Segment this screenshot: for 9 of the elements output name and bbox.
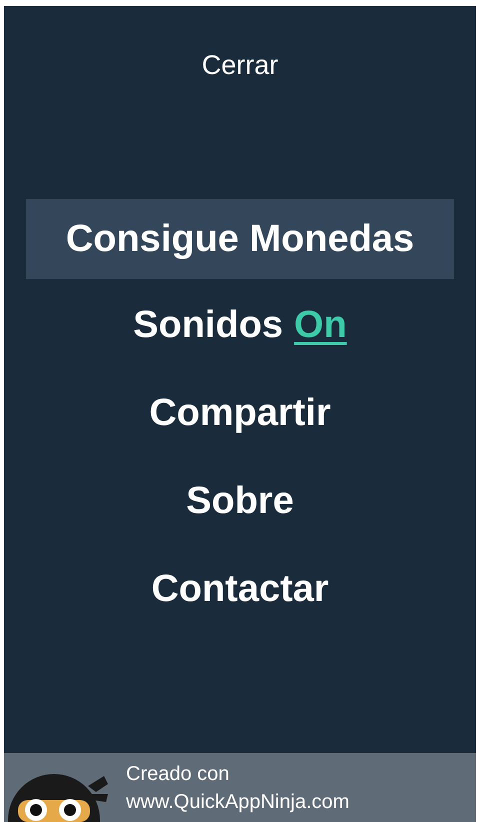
menu-item[interactable]: Consigue Monedas: [26, 199, 454, 279]
menu-label: Sonidos: [133, 304, 284, 346]
credit-text: www.QuickAppNinja.com: [126, 791, 350, 813]
sound-toggle-link[interactable]: On: [294, 304, 347, 346]
menu-item[interactable]: Compartir: [129, 369, 351, 457]
menu-item[interactable]: Contactar: [131, 545, 349, 633]
credit-text: Creado con: [126, 763, 230, 785]
menu-item[interactable]: Sobre: [166, 457, 314, 545]
close-button[interactable]: Cerrar: [192, 46, 288, 85]
